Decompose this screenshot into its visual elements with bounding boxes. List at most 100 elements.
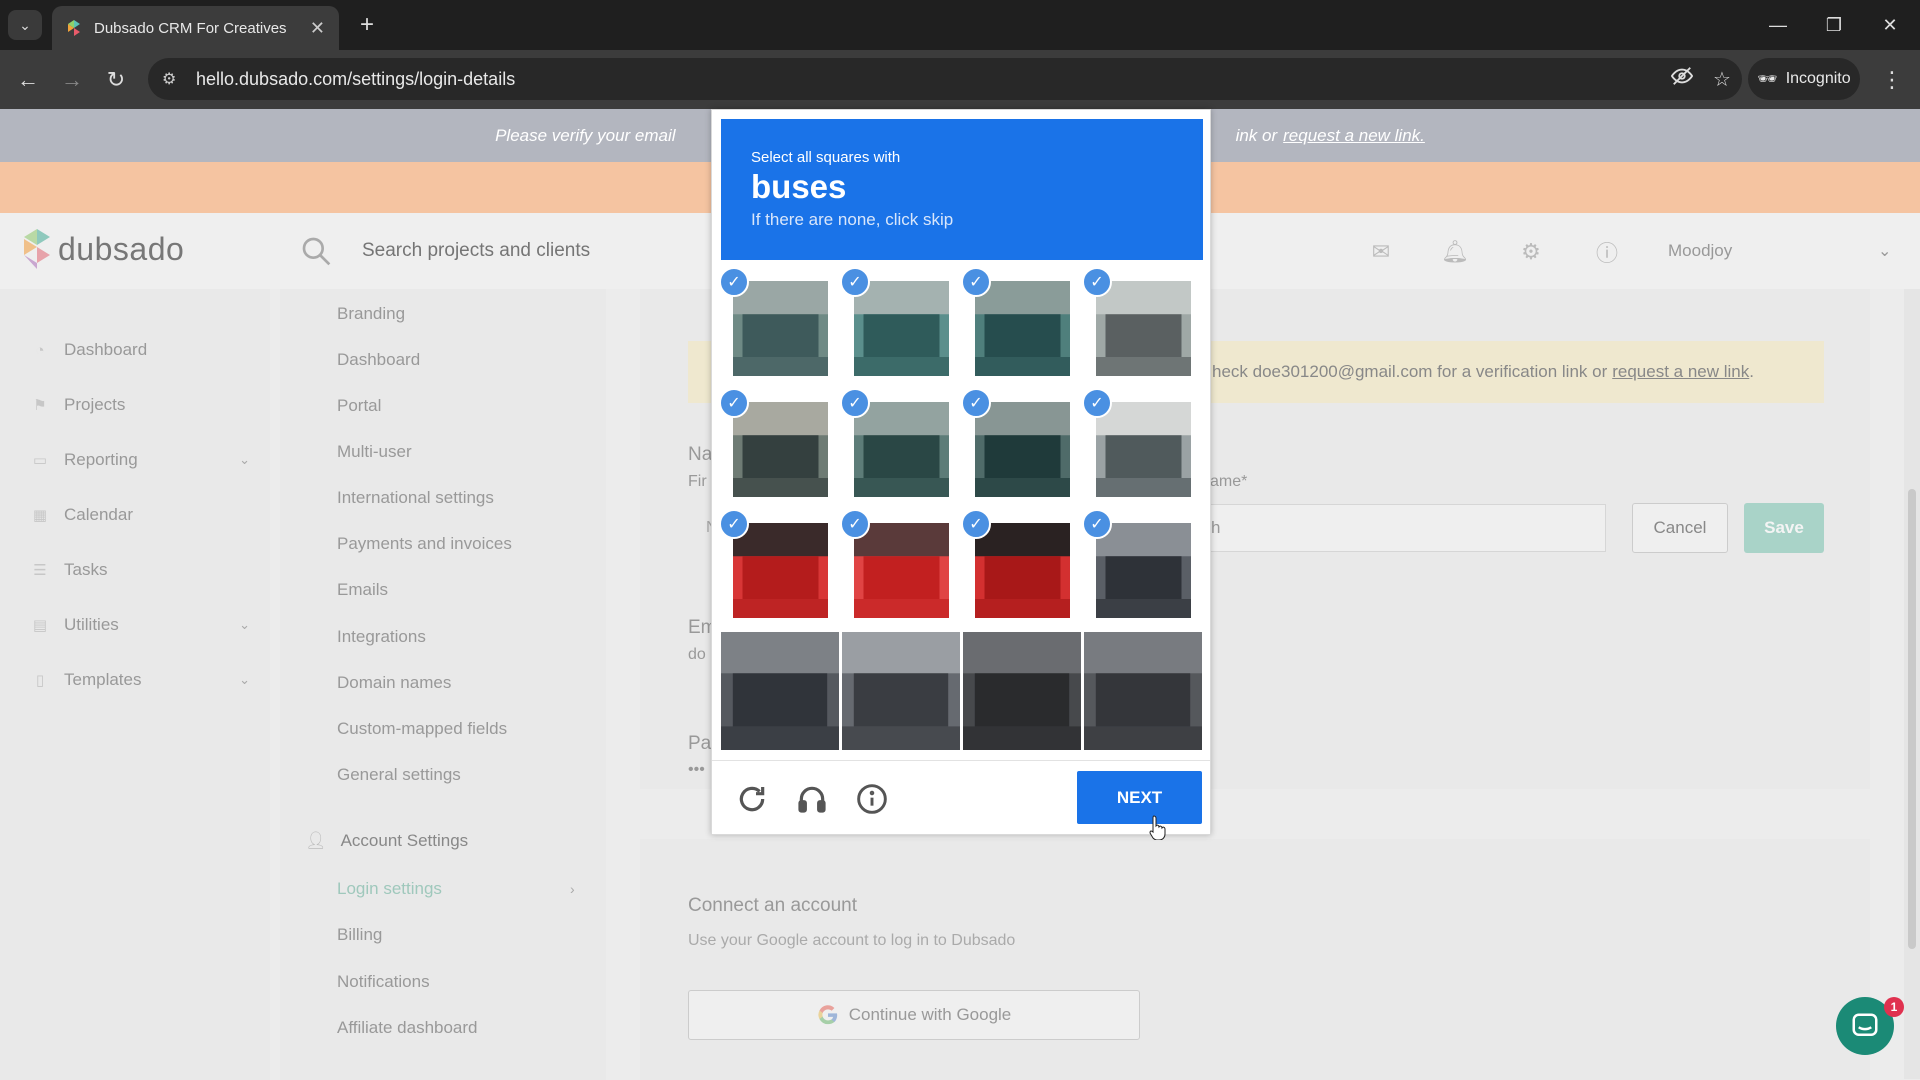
- hand-cursor-icon: [1149, 815, 1166, 840]
- page-scrollbar[interactable]: [1904, 289, 1920, 1079]
- reload-challenge-icon[interactable]: [732, 779, 772, 819]
- back-button[interactable]: ←: [12, 64, 44, 96]
- settings-item[interactable]: Branding: [337, 304, 405, 324]
- captcha-tile[interactable]: [1096, 523, 1191, 618]
- incognito-indicator[interactable]: 🕶 Incognito: [1748, 58, 1860, 100]
- dubsado-logo[interactable]: dubsado: [24, 229, 184, 269]
- settings-item[interactable]: Multi-user: [337, 442, 412, 462]
- last-name-input[interactable]: h: [1200, 504, 1606, 552]
- captcha-tile[interactable]: [733, 523, 828, 618]
- help-icon[interactable]: ⓘ: [1592, 237, 1622, 267]
- save-button[interactable]: Save: [1744, 503, 1824, 553]
- tile-selected-check-icon: ✓: [719, 509, 749, 539]
- side-nav: ◔ Dashboard ⚑ Projects ▭ Reporting ⌄ ▦ C…: [0, 289, 270, 1080]
- settings-item-notifications[interactable]: Notifications: [337, 972, 430, 992]
- connect-account-subtitle: Use your Google account to log in to Dub…: [688, 932, 1016, 949]
- captcha-tile[interactable]: [1096, 402, 1191, 497]
- forward-button[interactable]: →: [56, 64, 88, 96]
- captcha-tile[interactable]: [1096, 281, 1191, 376]
- chevron-down-icon[interactable]: ⌄: [1878, 241, 1891, 261]
- side-item-tasks[interactable]: ☰ Tasks: [30, 555, 250, 585]
- side-item-dashboard[interactable]: ◔ Dashboard: [30, 335, 250, 365]
- scrollbar-thumb[interactable]: [1908, 489, 1916, 949]
- browser-tab[interactable]: Dubsado CRM For Creatives ✕: [52, 6, 339, 50]
- captcha-tile[interactable]: [842, 632, 960, 750]
- settings-item[interactable]: Emails: [337, 580, 388, 600]
- side-item-calendar[interactable]: ▦ Calendar: [30, 500, 250, 530]
- captcha-tile[interactable]: [854, 402, 949, 497]
- name-heading: Na: [688, 444, 713, 465]
- close-window-button[interactable]: ✕: [1870, 10, 1910, 40]
- captcha-tile[interactable]: [975, 523, 1070, 618]
- tile-selected-check-icon: ✓: [961, 509, 991, 539]
- settings-item-login[interactable]: Login settings: [337, 879, 442, 899]
- request-new-link[interactable]: request a new link.: [1283, 126, 1425, 146]
- reload-button[interactable]: ↻: [100, 64, 132, 96]
- tasks-icon: ☰: [33, 562, 47, 579]
- captcha-tile[interactable]: [963, 632, 1081, 750]
- tab-title: Dubsado CRM For Creatives: [94, 19, 287, 37]
- settings-item[interactable]: Portal: [337, 396, 381, 416]
- projects-icon: ⚑: [33, 397, 47, 414]
- browser-menu-icon[interactable]: ⋮: [1876, 64, 1908, 96]
- settings-item-affiliate[interactable]: Affiliate dashboard: [337, 1018, 478, 1038]
- settings-item[interactable]: Dashboard: [337, 350, 420, 370]
- eye-slash-icon[interactable]: [1662, 65, 1702, 93]
- chevron-down-icon: ⌄: [239, 452, 250, 467]
- captcha-tile[interactable]: [854, 523, 949, 618]
- captcha-tile[interactable]: [733, 402, 828, 497]
- tile-selected-check-icon: ✓: [961, 388, 991, 418]
- search-icon[interactable]: [300, 235, 332, 267]
- chevron-right-icon: ›: [570, 881, 575, 897]
- captcha-tile[interactable]: [733, 281, 828, 376]
- side-item-reporting[interactable]: ▭ Reporting ⌄: [30, 445, 250, 475]
- settings-item[interactable]: Domain names: [337, 673, 451, 693]
- mail-icon[interactable]: ✉: [1366, 237, 1396, 267]
- settings-item[interactable]: Integrations: [337, 627, 426, 647]
- tile-selected-check-icon: ✓: [1082, 388, 1112, 418]
- side-item-projects[interactable]: ⚑ Projects: [30, 390, 250, 420]
- bell-icon[interactable]: 🔔︎: [1440, 237, 1470, 267]
- side-item-label: Utilities: [64, 615, 119, 634]
- close-tab-icon[interactable]: ✕: [310, 18, 325, 39]
- minimize-button[interactable]: —: [1758, 10, 1798, 40]
- captcha-tile[interactable]: [975, 281, 1070, 376]
- audio-challenge-icon[interactable]: [792, 779, 832, 819]
- captcha-tile[interactable]: [975, 402, 1070, 497]
- dashboard-icon: ◔: [35, 341, 45, 359]
- address-bar[interactable]: ⚙ hello.dubsado.com/settings/login-detai…: [148, 58, 1742, 100]
- connect-account-title: Connect an account: [688, 895, 858, 916]
- search-input[interactable]: [362, 233, 692, 269]
- connect-account-card: [640, 839, 1870, 1080]
- account-settings-section: 👤︎ Account Settings: [305, 831, 468, 851]
- incognito-label: Incognito: [1785, 70, 1851, 87]
- settings-item[interactable]: Custom-mapped fields: [337, 719, 507, 739]
- tab-search-button[interactable]: ⌄: [8, 10, 42, 40]
- user-icon: 👤︎: [305, 831, 327, 850]
- cancel-button[interactable]: Cancel: [1632, 503, 1728, 553]
- settings-item-billing[interactable]: Billing: [337, 925, 382, 945]
- bookmark-star-icon[interactable]: ☆: [1702, 67, 1742, 92]
- side-item-label: Projects: [64, 395, 126, 414]
- next-button[interactable]: NEXT: [1077, 771, 1202, 824]
- captcha-header: Select all squares with buses If there a…: [721, 119, 1203, 260]
- continue-with-google-button[interactable]: Continue with Google: [688, 990, 1140, 1040]
- side-item-utilities[interactable]: ▤ Utilities ⌄: [30, 610, 250, 640]
- new-tab-button[interactable]: +: [352, 10, 382, 40]
- url-text[interactable]: hello.dubsado.com/settings/login-details: [196, 69, 1662, 90]
- settings-item[interactable]: International settings: [337, 488, 494, 508]
- captcha-tile[interactable]: [1084, 632, 1202, 750]
- recaptcha-challenge: Select all squares with buses If there a…: [711, 109, 1211, 835]
- settings-item[interactable]: Payments and invoices: [337, 534, 512, 554]
- site-info-icon[interactable]: ⚙: [162, 69, 184, 89]
- side-item-templates[interactable]: ▯ Templates ⌄: [30, 665, 250, 695]
- settings-item[interactable]: General settings: [337, 765, 461, 785]
- captcha-tile[interactable]: [721, 632, 839, 750]
- gear-icon[interactable]: ⚙: [1516, 237, 1546, 267]
- side-item-label: Calendar: [64, 505, 133, 524]
- warning-request-link[interactable]: request a new link: [1612, 362, 1749, 382]
- captcha-tile[interactable]: [854, 281, 949, 376]
- restore-button[interactable]: ❐: [1814, 10, 1854, 40]
- user-name[interactable]: Moodjoy: [1668, 241, 1732, 261]
- info-icon[interactable]: [852, 779, 892, 819]
